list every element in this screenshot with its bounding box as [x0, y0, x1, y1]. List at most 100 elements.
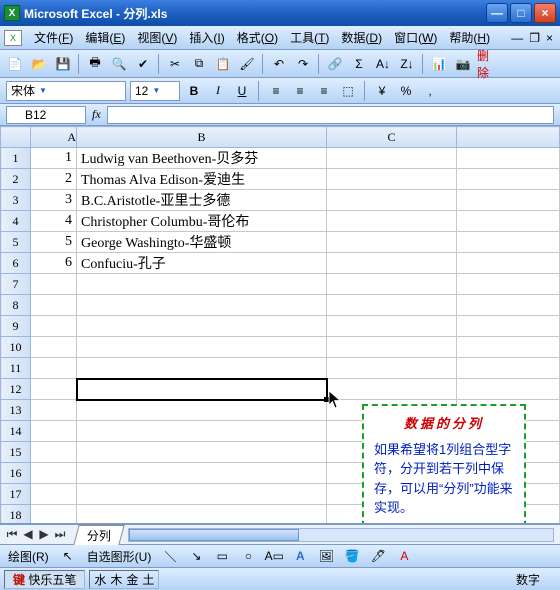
- wordart-icon[interactable]: A: [289, 545, 311, 567]
- cell[interactable]: [327, 169, 457, 190]
- ime-indicator[interactable]: 键 快乐五笔: [4, 570, 85, 589]
- cell[interactable]: 4: [31, 211, 77, 232]
- cell[interactable]: [327, 190, 457, 211]
- row-header[interactable]: 16: [1, 463, 31, 484]
- cell[interactable]: 1: [31, 148, 77, 169]
- currency-button[interactable]: ¥: [372, 81, 392, 101]
- open-icon[interactable]: 📂: [28, 53, 50, 75]
- chart-icon[interactable]: 📊: [428, 53, 450, 75]
- underline-button[interactable]: U: [232, 81, 252, 101]
- autosum-icon[interactable]: Σ: [348, 53, 370, 75]
- select-objects-icon[interactable]: ↖: [57, 545, 79, 567]
- cut-icon[interactable]: ✂: [164, 53, 186, 75]
- cell[interactable]: [457, 190, 560, 211]
- arrow-icon[interactable]: ↘: [185, 545, 207, 567]
- cell[interactable]: [77, 379, 327, 400]
- cell[interactable]: [77, 316, 327, 337]
- cell[interactable]: [327, 211, 457, 232]
- delete-icon[interactable]: 删除: [476, 53, 498, 75]
- row-header[interactable]: 13: [1, 400, 31, 421]
- row-header[interactable]: 17: [1, 484, 31, 505]
- font-name-combo[interactable]: 宋体 ▼: [6, 81, 126, 101]
- sheet-tab[interactable]: 分列: [73, 525, 124, 545]
- cell[interactable]: [327, 274, 457, 295]
- cell[interactable]: [31, 442, 77, 463]
- cell[interactable]: [327, 337, 457, 358]
- cell[interactable]: [31, 295, 77, 316]
- tab-next-icon[interactable]: ▶: [36, 527, 52, 542]
- cell[interactable]: [327, 232, 457, 253]
- save-icon[interactable]: 💾: [52, 53, 74, 75]
- spell-icon[interactable]: ✔: [132, 53, 154, 75]
- row-header[interactable]: 8: [1, 295, 31, 316]
- cell[interactable]: [77, 295, 327, 316]
- textbox-icon[interactable]: A▭: [263, 545, 285, 567]
- minimize-button[interactable]: —: [486, 3, 508, 23]
- row-header[interactable]: 10: [1, 337, 31, 358]
- menu-item[interactable]: 工具(T): [284, 27, 335, 48]
- new-icon[interactable]: 📄: [4, 53, 26, 75]
- paste-icon[interactable]: 📋: [212, 53, 234, 75]
- camera-icon[interactable]: 📷: [452, 53, 474, 75]
- cell[interactable]: [457, 274, 560, 295]
- menu-item[interactable]: 格式(O): [231, 27, 284, 48]
- cell[interactable]: [457, 337, 560, 358]
- cell[interactable]: [327, 253, 457, 274]
- cell[interactable]: [327, 316, 457, 337]
- cell[interactable]: [31, 337, 77, 358]
- doc-restore-button[interactable]: ❐: [526, 31, 543, 45]
- tab-first-icon[interactable]: ⏮: [4, 527, 20, 542]
- cell[interactable]: [457, 232, 560, 253]
- row-header[interactable]: 9: [1, 316, 31, 337]
- tab-prev-icon[interactable]: ◀: [20, 527, 36, 542]
- horizontal-scrollbar[interactable]: [128, 528, 554, 542]
- row-header[interactable]: 12: [1, 379, 31, 400]
- col-header-b[interactable]: B: [77, 127, 327, 148]
- menu-item[interactable]: 文件(F): [28, 27, 79, 48]
- menu-item[interactable]: 帮助(H): [443, 27, 496, 48]
- row-header[interactable]: 14: [1, 421, 31, 442]
- cell[interactable]: [31, 505, 77, 525]
- row-header[interactable]: 11: [1, 358, 31, 379]
- cell[interactable]: [77, 337, 327, 358]
- cell[interactable]: [457, 211, 560, 232]
- row-header[interactable]: 2: [1, 169, 31, 190]
- line-icon[interactable]: ＼: [159, 545, 181, 567]
- align-left-button[interactable]: ≡: [266, 81, 286, 101]
- tab-last-icon[interactable]: ⏭: [52, 527, 68, 542]
- undo-icon[interactable]: ↶: [268, 53, 290, 75]
- sort-asc-icon[interactable]: A↓: [372, 53, 394, 75]
- cell[interactable]: [77, 358, 327, 379]
- row-header[interactable]: 5: [1, 232, 31, 253]
- cell[interactable]: [327, 148, 457, 169]
- oval-icon[interactable]: ○: [237, 545, 259, 567]
- cell[interactable]: 6: [31, 253, 77, 274]
- cell[interactable]: 5: [31, 232, 77, 253]
- merge-button[interactable]: ⬚: [338, 81, 358, 101]
- row-header[interactable]: 1: [1, 148, 31, 169]
- bold-button[interactable]: B: [184, 81, 204, 101]
- row-header[interactable]: 3: [1, 190, 31, 211]
- italic-button[interactable]: I: [208, 81, 228, 101]
- cell[interactable]: [31, 358, 77, 379]
- close-button[interactable]: ×: [534, 3, 556, 23]
- cell[interactable]: [77, 442, 327, 463]
- menu-item[interactable]: 视图(V): [131, 27, 183, 48]
- cell[interactable]: Thomas Alva Edison-爱迪生: [77, 169, 327, 190]
- sort-desc-icon[interactable]: Z↓: [396, 53, 418, 75]
- cell[interactable]: B.C.Aristotle-亚里士多德: [77, 190, 327, 211]
- row-header[interactable]: 15: [1, 442, 31, 463]
- preview-icon[interactable]: 🔍: [108, 53, 130, 75]
- menu-item[interactable]: 窗口(W): [388, 27, 443, 48]
- cell[interactable]: [31, 316, 77, 337]
- cell[interactable]: [457, 316, 560, 337]
- cell[interactable]: [31, 421, 77, 442]
- rectangle-icon[interactable]: ▭: [211, 545, 233, 567]
- cell[interactable]: [457, 295, 560, 316]
- copy-icon[interactable]: ⧉: [188, 53, 210, 75]
- clipart-icon[interactable]: 🖼: [315, 545, 337, 567]
- formula-input[interactable]: [107, 106, 554, 124]
- cell[interactable]: Confuciu-孔子: [77, 253, 327, 274]
- menu-item[interactable]: 数据(D): [335, 27, 388, 48]
- row-header[interactable]: 4: [1, 211, 31, 232]
